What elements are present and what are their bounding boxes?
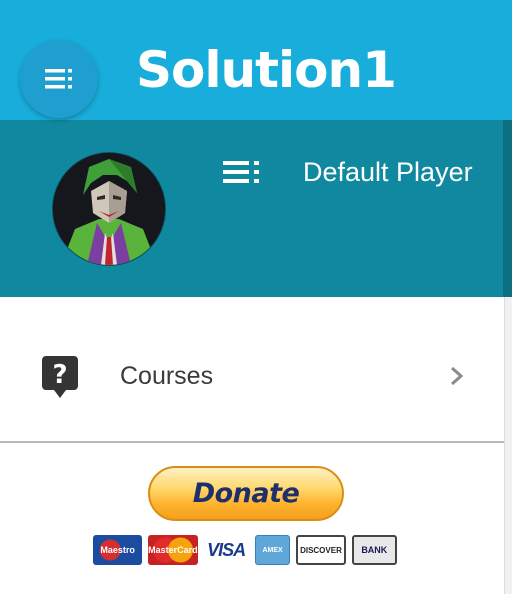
player-menu-button[interactable] [222,160,262,184]
donate-label: Donate [192,478,300,509]
help-bubble-icon: ? [42,356,78,398]
menu-item-label: Courses [120,362,214,390]
player-name: Default Player [303,157,473,187]
joker-avatar-image [53,153,165,265]
discover-card-logo: DISCOVER [296,535,346,565]
amex-card-logo: AMEX [254,535,291,565]
main-menu-button[interactable] [20,40,98,118]
player-avatar[interactable] [53,153,165,265]
chevron-right-icon [451,366,464,386]
menu-item-courses[interactable]: ? Courses [0,316,504,440]
menu-icon [45,69,72,89]
app-title: Solution1 [136,41,397,99]
drawer-header-shade [503,120,512,297]
menu-divider [0,441,504,443]
visa-card-logo: VISA [203,535,249,565]
payment-cards: Maestro MasterCard VISA AMEX DISCOVER BA… [93,533,403,567]
mastercard-card-logo: MasterCard [148,535,198,565]
menu-icon [223,161,259,183]
donate-button[interactable]: Donate [148,466,344,521]
bank-logo: BANK [351,535,397,565]
drawer-edge [504,297,512,594]
maestro-card-logo: Maestro [93,535,143,565]
svg-text:?: ? [52,360,67,390]
